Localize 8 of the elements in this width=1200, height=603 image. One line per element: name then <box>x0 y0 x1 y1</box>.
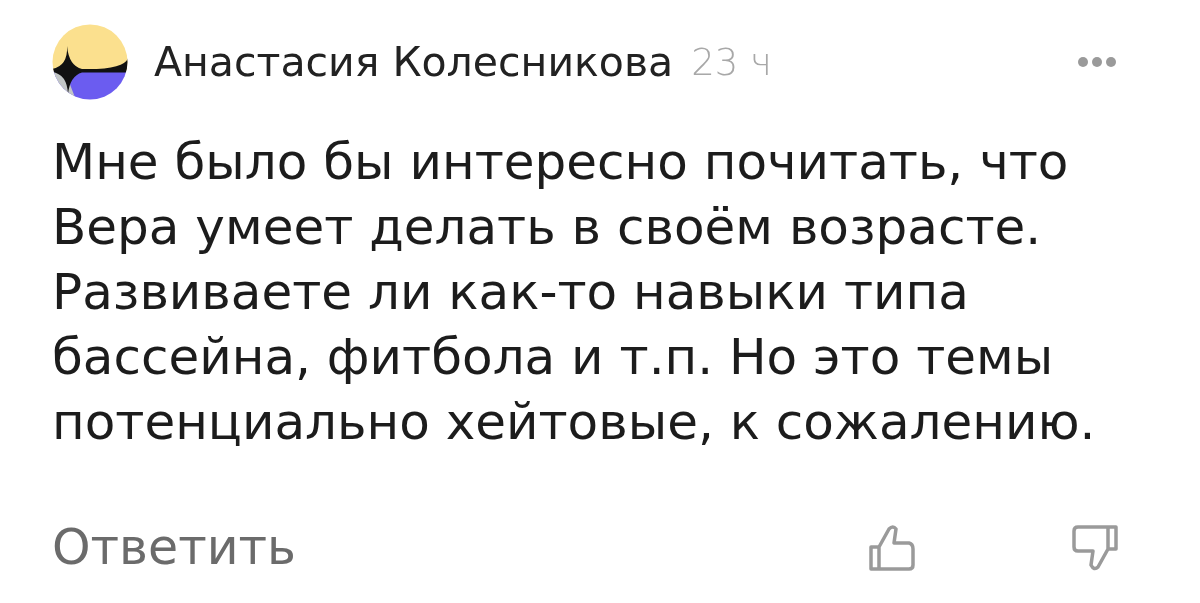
reply-button[interactable]: Ответить <box>52 519 296 576</box>
comment-text: Мне было бы интересно почитать, что Вера умеет делать в своём возрасте. Развиваете ли как-то навыки типа бассейна, фитбола и т.п. Но это темы потенциально хейтовые, к сожалению. <box>52 132 1097 453</box>
author-name[interactable]: Анастасия Колесникова <box>154 38 674 86</box>
thumbs-down-icon[interactable] <box>1072 524 1118 571</box>
comment-time: 23 ч <box>691 40 772 84</box>
avatar-icon <box>52 24 128 100</box>
more-icon[interactable] <box>1077 56 1117 68</box>
thumbs-up-icon[interactable] <box>869 524 915 571</box>
